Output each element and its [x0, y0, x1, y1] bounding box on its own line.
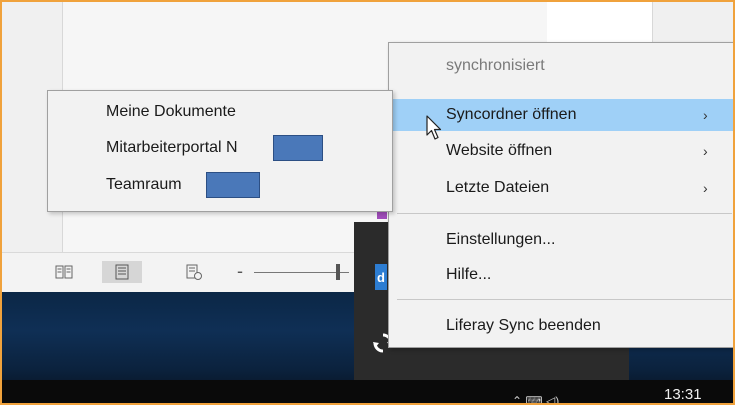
- tray-system-icons[interactable]: ⌃ ⌨ ◁): [512, 394, 559, 403]
- zoom-slider-track[interactable]: [254, 272, 349, 273]
- submenu-item-team-room[interactable]: Teamraum: [106, 176, 182, 194]
- menu-status-label: synchronisiert: [446, 57, 545, 74]
- print-layout-icon[interactable]: [102, 261, 142, 283]
- chevron-right-icon: ›: [703, 143, 708, 159]
- menu-separator: [397, 213, 732, 214]
- redaction-box: [273, 135, 323, 161]
- menu-item-label: Liferay Sync beenden: [446, 317, 601, 334]
- mouse-cursor-icon: [426, 115, 442, 146]
- screenshot-frame: - d ⌃ ⌨ ◁) 13:31 synchronisiert Syncordn…: [0, 0, 735, 405]
- redaction-box: [206, 172, 260, 198]
- chevron-right-icon: ›: [703, 107, 708, 123]
- menu-separator: [397, 299, 732, 300]
- menu-item-label: Letzte Dateien: [446, 179, 550, 196]
- sync-folder-submenu: Meine Dokumente Mitarbeiterportal N Team…: [47, 90, 393, 212]
- tray-app-icon-blue[interactable]: d: [375, 264, 387, 290]
- menu-item-label: Hilfe...: [446, 266, 492, 283]
- taskbar-bottom-strip: [2, 380, 733, 403]
- zoom-out-button[interactable]: -: [237, 261, 243, 282]
- submenu-item-my-documents[interactable]: Meine Dokumente: [106, 103, 236, 121]
- web-layout-icon[interactable]: [182, 261, 206, 283]
- taskbar-clock[interactable]: 13:31: [664, 386, 702, 403]
- menu-item-recent-files[interactable]: Letzte Dateien ›: [389, 172, 733, 204]
- menu-item-label: Syncordner öffnen: [446, 106, 577, 123]
- read-mode-icon[interactable]: [52, 261, 76, 283]
- menu-item-quit-liferay-sync[interactable]: Liferay Sync beenden: [389, 310, 733, 342]
- menu-status-synchronized: synchronisiert: [389, 50, 733, 82]
- document-page-right: [547, 2, 653, 43]
- liferay-sync-context-menu: synchronisiert Syncordner öffnen › Websi…: [388, 42, 733, 348]
- menu-item-help[interactable]: Hilfe...: [389, 259, 733, 291]
- zoom-slider-thumb[interactable]: [336, 264, 340, 280]
- submenu-item-employee-portal[interactable]: Mitarbeiterportal N: [106, 139, 238, 157]
- menu-item-label: Einstellungen...: [446, 231, 556, 248]
- chevron-right-icon: ›: [703, 180, 708, 196]
- menu-item-settings[interactable]: Einstellungen...: [389, 224, 733, 256]
- menu-item-label: Website öffnen: [446, 142, 553, 159]
